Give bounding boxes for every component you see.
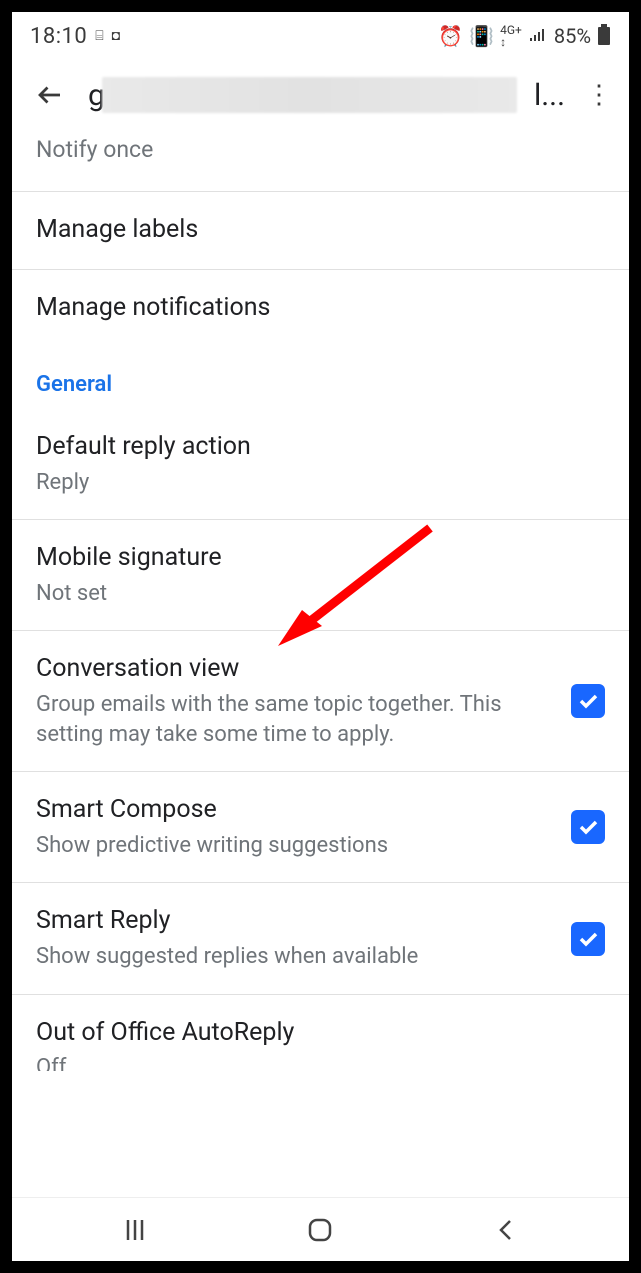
- nav-home-button[interactable]: [300, 1210, 340, 1250]
- check-icon: [576, 815, 600, 839]
- setting-default-reply-action[interactable]: Default reply action Reply: [12, 409, 629, 520]
- setting-smart-compose[interactable]: Smart Compose Show predictive writing su…: [12, 772, 629, 883]
- more-options-button[interactable]: ⋮: [577, 73, 621, 117]
- smart-compose-checkbox[interactable]: [571, 810, 605, 844]
- smart-reply-checkbox[interactable]: [571, 922, 605, 956]
- ooo-title: Out of Office AutoReply: [36, 1017, 605, 1050]
- settings-list: Notify once Manage labels Manage notific…: [12, 130, 629, 1197]
- android-nav-bar: [12, 1197, 629, 1261]
- app-bar: g l... ⋮: [12, 60, 629, 130]
- nav-back-button[interactable]: [486, 1210, 526, 1250]
- more-vert-icon: ⋮: [586, 80, 612, 110]
- notification-icon: ◘: [112, 29, 120, 43]
- setting-conversation-view[interactable]: Conversation view Group emails with the …: [12, 631, 629, 772]
- chevron-left-icon: [493, 1217, 519, 1243]
- signal-icon: [528, 26, 548, 46]
- home-icon: [305, 1215, 335, 1245]
- mobile-signature-title: Mobile signature: [36, 542, 605, 575]
- smart-reply-title: Smart Reply: [36, 905, 555, 938]
- back-button[interactable]: [28, 73, 72, 117]
- nav-recent-button[interactable]: [115, 1210, 155, 1250]
- battery-icon: [597, 24, 611, 49]
- smart-reply-desc: Show suggested replies when available: [36, 942, 555, 972]
- default-reply-value: Reply: [36, 468, 605, 498]
- ooo-value: Off: [36, 1053, 605, 1071]
- recent-icon: [121, 1216, 149, 1244]
- setting-smart-reply[interactable]: Smart Reply Show suggested replies when …: [12, 883, 629, 994]
- mobile-signature-value: Not set: [36, 579, 605, 609]
- setting-mobile-signature[interactable]: Mobile signature Not set: [12, 520, 629, 631]
- vibrate-icon: 📳: [469, 26, 494, 46]
- conversation-view-desc: Group emails with the same topic togethe…: [36, 690, 555, 749]
- conversation-view-title: Conversation view: [36, 653, 555, 686]
- default-reply-title: Default reply action: [36, 431, 605, 464]
- status-time: 18:10: [30, 24, 87, 49]
- section-header-general: General: [12, 346, 629, 409]
- setting-out-of-office[interactable]: Out of Office AutoReply Off: [12, 995, 629, 1076]
- notify-once-label: Notify once: [36, 136, 153, 163]
- network-type-icon: 4G+↕: [500, 24, 522, 48]
- check-icon: [576, 689, 600, 713]
- title-ellipsis: l...: [534, 78, 565, 113]
- arrow-left-icon: [35, 80, 65, 110]
- page-title: g l...: [84, 71, 565, 119]
- battery-percent: 85%: [554, 26, 591, 46]
- manage-labels-label: Manage labels: [36, 214, 605, 247]
- conversation-view-checkbox[interactable]: [571, 684, 605, 718]
- setting-manage-labels[interactable]: Manage labels: [12, 192, 629, 270]
- title-redacted: [102, 77, 517, 113]
- phone-frame: 18:10 ⌸ ◘ ⏰ 📳 4G+↕ 85% g l... ⋮: [12, 12, 629, 1261]
- alarm-icon: ⏰: [438, 26, 463, 46]
- check-icon: [576, 927, 600, 951]
- setting-notify-once[interactable]: Notify once: [12, 130, 629, 192]
- smart-compose-title: Smart Compose: [36, 794, 555, 827]
- voicemail-icon: ⌸: [95, 29, 103, 43]
- manage-notifications-label: Manage notifications: [36, 292, 605, 325]
- smart-compose-desc: Show predictive writing suggestions: [36, 831, 555, 861]
- status-bar: 18:10 ⌸ ◘ ⏰ 📳 4G+↕ 85%: [12, 12, 629, 60]
- setting-manage-notifications[interactable]: Manage notifications: [12, 270, 629, 347]
